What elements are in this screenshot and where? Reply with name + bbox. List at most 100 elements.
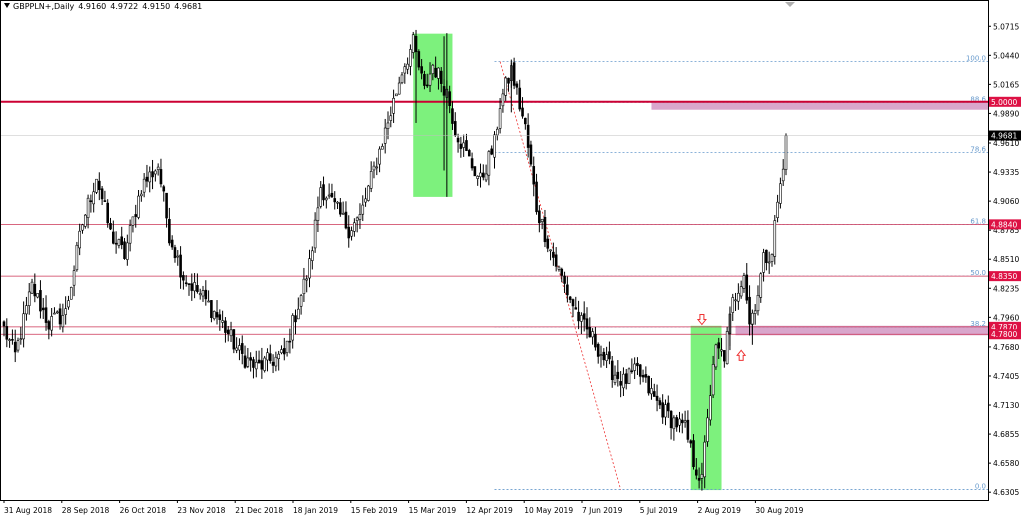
candle-body <box>759 273 763 298</box>
candle-body <box>425 84 429 87</box>
candle-body <box>535 181 538 213</box>
price-label-text: 5.0000 <box>991 98 1017 107</box>
candle-body <box>594 333 597 348</box>
price-label-text: 4.8840 <box>991 220 1017 229</box>
candle-body <box>313 219 317 249</box>
candle-body <box>358 214 362 220</box>
chart-header: GBPPLN+,Daily 4.9160 4.9722 4.9150 4.9681 <box>4 2 206 11</box>
candle-body <box>672 417 676 430</box>
candle-body <box>92 191 95 205</box>
candle-body <box>201 290 205 297</box>
candle-body <box>39 290 42 312</box>
candle-body <box>319 187 323 207</box>
candle-body <box>622 373 625 389</box>
candle-body <box>437 67 440 79</box>
candle-body <box>484 173 488 181</box>
candle-body <box>252 359 255 368</box>
candle-body <box>27 291 31 306</box>
candle-body <box>316 207 320 221</box>
x-axis: 31 Aug 2018 28 Sep 2018 26 Oct 2018 23 Nov … <box>3 500 804 515</box>
candle-body <box>367 185 370 201</box>
candle-body <box>257 359 261 364</box>
candle-body <box>538 210 541 224</box>
candle-body <box>456 137 460 143</box>
candle-body <box>263 357 266 371</box>
dropdown-triangle-icon[interactable] <box>4 3 10 8</box>
candle-body <box>106 202 110 224</box>
candle-body <box>515 83 519 88</box>
candle-body <box>325 197 328 201</box>
candle-body <box>524 117 527 125</box>
candle-body <box>83 214 87 227</box>
candle-body <box>369 171 373 189</box>
candle-body <box>308 258 311 279</box>
candle-body <box>776 201 779 218</box>
candle-body <box>400 74 404 84</box>
low-value: 4.9150 <box>142 2 171 11</box>
candle-body <box>218 314 222 320</box>
candle-body <box>280 349 283 354</box>
candle-body <box>123 241 126 259</box>
candle-body <box>462 142 465 148</box>
candle-body <box>232 329 236 350</box>
candle-body <box>61 315 65 328</box>
candle-body <box>577 311 580 322</box>
price-chart[interactable]: 100.088.678.661.850.038.20.0 5.07155.044… <box>0 0 1024 520</box>
candle-body <box>159 169 163 185</box>
candle-body <box>529 144 533 165</box>
candle-body <box>389 115 393 121</box>
candle-body <box>282 348 286 355</box>
candle-body <box>734 299 737 302</box>
candle-body <box>19 338 23 341</box>
candle-body <box>299 295 303 307</box>
candle-body <box>664 404 667 418</box>
candle-body <box>700 474 704 479</box>
candle-body <box>95 178 98 193</box>
candle-body <box>543 217 547 243</box>
candle-body <box>5 326 9 340</box>
candle-body <box>347 226 351 239</box>
candle-body <box>392 97 395 114</box>
candle-body <box>610 360 614 380</box>
candle-body <box>25 305 28 315</box>
y-tick-label: 4.6580 <box>993 459 1019 468</box>
candle-body <box>271 361 275 366</box>
candle-body <box>605 354 608 361</box>
candle-body <box>285 340 289 353</box>
candle-body <box>781 168 785 182</box>
candle-body <box>498 108 502 129</box>
candle-body <box>156 166 160 170</box>
candle-body <box>140 193 143 197</box>
candle-body <box>773 220 777 257</box>
candle-body <box>305 278 309 281</box>
candle-body <box>554 254 558 267</box>
candle-body <box>703 441 707 478</box>
open-value: 4.9160 <box>78 2 107 11</box>
candle-body <box>580 315 583 322</box>
candle-body <box>557 266 561 270</box>
y-tick-label: 5.0165 <box>993 80 1019 89</box>
candle-body <box>297 308 300 320</box>
candle-body <box>650 388 653 395</box>
candle-body <box>532 166 536 185</box>
candle-body <box>353 222 356 232</box>
candle-body <box>638 364 642 377</box>
candle-body <box>571 299 575 307</box>
candle-body <box>249 357 252 361</box>
candle-body <box>97 180 101 191</box>
candle-body <box>563 275 566 284</box>
y-tick-label: 4.6305 <box>993 488 1019 497</box>
candle-body <box>165 192 168 219</box>
y-tick-label: 4.8235 <box>993 284 1019 293</box>
y-tick-label: 5.0440 <box>993 51 1019 60</box>
candle-body <box>221 320 224 323</box>
candle-body <box>599 354 603 356</box>
candle-body <box>566 284 569 296</box>
candle-body <box>36 293 39 298</box>
candle-body <box>770 254 774 262</box>
candle-body <box>311 250 314 261</box>
candle-body <box>476 176 479 179</box>
x-tick-label: 18 Jan 2019 <box>293 506 338 515</box>
candle-body <box>215 312 219 318</box>
x-tick-label: 28 Sep 2018 <box>62 506 110 515</box>
